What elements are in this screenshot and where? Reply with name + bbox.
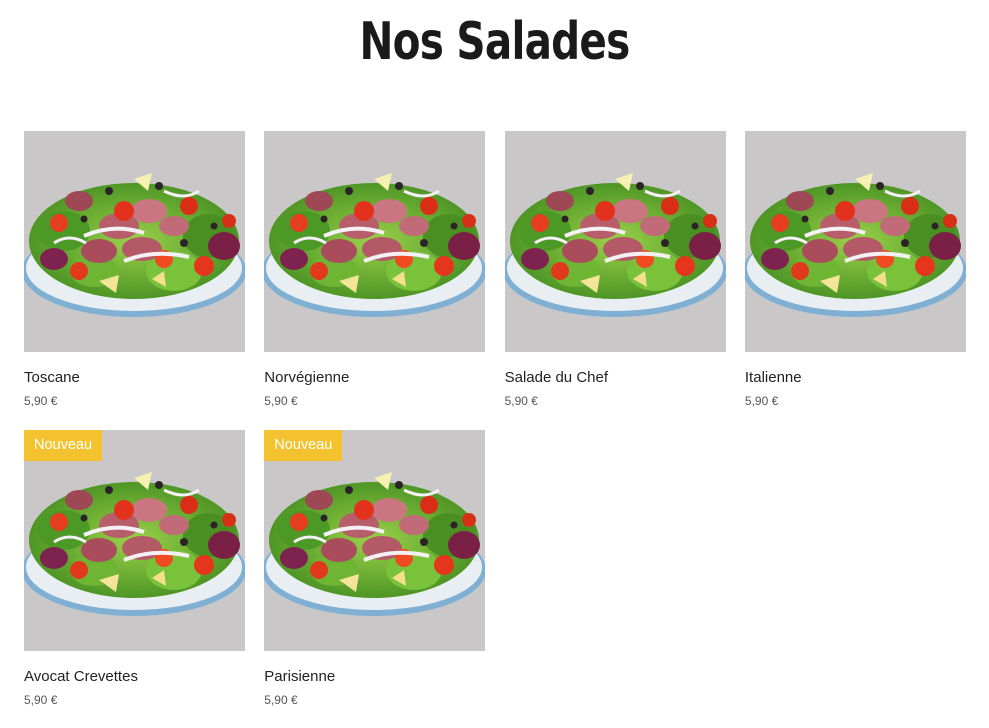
product-card[interactable]: Toscane 5,90 € xyxy=(24,131,245,430)
product-name[interactable]: Toscane xyxy=(24,369,245,387)
new-badge: Nouveau xyxy=(264,430,343,461)
salad-bowl-image xyxy=(504,173,726,317)
salad-bowl-image xyxy=(24,472,245,616)
product-price: 5,90 € xyxy=(504,394,538,408)
product-price: 5,90 € xyxy=(24,693,58,707)
salad-bowl-image xyxy=(264,173,486,317)
product-image[interactable] xyxy=(744,131,966,352)
salad-bowl-image xyxy=(24,173,245,317)
product-name[interactable]: Italienne xyxy=(745,369,966,387)
product-image[interactable] xyxy=(264,131,486,352)
salad-bowl-image xyxy=(744,173,966,317)
product-card[interactable]: Norvégienne 5,90 € xyxy=(264,131,486,430)
new-badge: Nouveau xyxy=(24,430,103,461)
product-price: 5,90 € xyxy=(744,394,779,408)
product-price: 5,90 € xyxy=(264,394,298,408)
product-card[interactable]: Nouveau Avocat Crevettes 5,90 € xyxy=(24,430,245,728)
product-image[interactable]: Nouveau xyxy=(24,430,245,651)
product-name[interactable]: Norvégienne xyxy=(264,369,485,387)
product-image[interactable] xyxy=(504,131,726,352)
product-price: 5,90 € xyxy=(24,394,58,408)
product-price: 5,90 € xyxy=(264,693,298,707)
product-card[interactable]: Italienne 5,90 € xyxy=(744,131,966,430)
page: Nos Salades Toscane 5,90 € Norvégienne 5… xyxy=(0,0,989,728)
page-title: Nos Salades xyxy=(359,12,630,72)
salad-bowl-image xyxy=(264,472,486,616)
product-image[interactable]: Nouveau xyxy=(264,430,486,651)
product-image[interactable] xyxy=(24,131,245,352)
product-grid: Toscane 5,90 € Norvégienne 5,90 € Salade… xyxy=(24,131,966,728)
product-name[interactable]: Avocat Crevettes xyxy=(24,668,245,686)
product-name[interactable]: Salade du Chef xyxy=(505,369,726,387)
product-card[interactable]: Salade du Chef 5,90 € xyxy=(504,131,726,430)
product-card[interactable]: Nouveau Parisienne 5,90 € xyxy=(264,430,486,728)
product-name[interactable]: Parisienne xyxy=(264,668,485,686)
